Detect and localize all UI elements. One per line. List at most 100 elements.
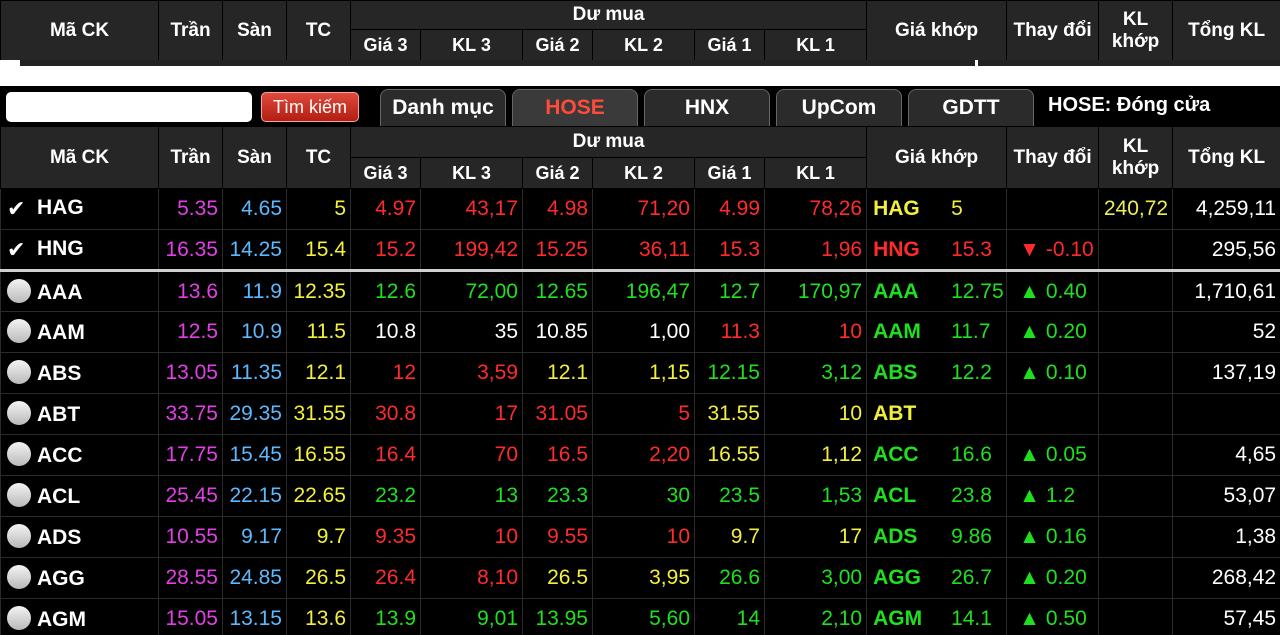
symbol-cell[interactable]: ADS (0, 516, 159, 558)
symbol-cell[interactable]: AAM (0, 311, 159, 353)
col-kl3[interactable]: KL 3 (420, 28, 523, 60)
matched-symbol: AAM (873, 320, 921, 343)
bid-volume-2: 10 (592, 516, 695, 558)
matched-price-cell: AGM 14.1 (866, 598, 1008, 635)
col-gia-khop[interactable]: Giá khớp (866, 0, 1008, 60)
symbol-cell[interactable]: AGG (0, 557, 159, 599)
stock-row[interactable]: AGM 15.05 13.15 13.6 13.9 9,01 13.95 5,60 14 2,10… (0, 598, 1280, 635)
bid-price-3: 30.8 (350, 393, 421, 435)
col-ma-ck[interactable]: Mã CK (0, 0, 159, 60)
watchlist-checkbox[interactable] (7, 565, 31, 589)
stock-row[interactable]: ✔ HNG 16.35 14.25 15.4 15.2 199,42 15.25 36,11 15… (0, 229, 1280, 272)
floor-price: 11.9 (222, 270, 287, 312)
total-volume: 57,45 (1172, 598, 1280, 635)
watchlist-checkbox[interactable] (7, 360, 31, 384)
search-button[interactable]: Tìm kiếm (261, 92, 359, 122)
stock-row[interactable]: ABT 33.75 29.35 31.55 30.8 17 31.05 5 31.55 10 ABT (0, 393, 1280, 435)
col-tong-kl[interactable]: Tổng KL (1172, 126, 1280, 189)
col-tc[interactable]: TC (286, 126, 351, 189)
col-kl1[interactable]: KL 1 (763, 28, 868, 60)
watchlist-checkbox[interactable] (7, 524, 31, 548)
bid-volume-2: 5 (592, 393, 695, 435)
symbol-cell[interactable]: ABS (0, 352, 159, 394)
stock-row[interactable]: ACL 25.45 22.15 22.65 23.2 13 23.3 30 23.5 1,53 AC… (0, 475, 1280, 517)
col-ma-ck[interactable]: Mã CK (0, 126, 159, 189)
col-kl3[interactable]: KL 3 (420, 157, 523, 189)
col-gia3[interactable]: Giá 3 (350, 157, 421, 189)
col-kl2[interactable]: KL 2 (592, 28, 695, 60)
bid-price-1: 16.55 (694, 434, 765, 476)
bid-price-1: 4.99 (694, 188, 765, 230)
watchlist-checkbox[interactable] (7, 278, 31, 303)
tab-hnx[interactable]: HNX (644, 89, 770, 126)
col-kl-khop[interactable]: KL khớp (1098, 0, 1174, 60)
col-thay-doi[interactable]: Thay đổi (1006, 0, 1100, 60)
arrow-up-icon: ▲ (1019, 525, 1040, 548)
change-value: 0.20 (1045, 320, 1087, 343)
matched-price-cell: ACL 23.8 (866, 475, 1008, 517)
ceiling-price: 16.35 (158, 229, 223, 272)
col-tran[interactable]: Trần (158, 0, 223, 60)
stock-row[interactable]: ADS 10.55 9.17 9.7 9.35 10 9.55 10 9.7 17 ADS 9.86 ▲… (0, 516, 1280, 558)
matched-symbol: HAG (873, 197, 920, 220)
col-kl1[interactable]: KL 1 (763, 157, 868, 189)
symbol-cell[interactable]: AGM (0, 598, 159, 635)
bid-volume-3: 13 (420, 475, 523, 517)
matched-price: 14.1 (951, 607, 992, 630)
col-kl2[interactable]: KL 2 (592, 157, 695, 189)
stock-row[interactable]: ABS 13.05 11.35 12.1 12 3,59 12.1 1,15 12.15 3,12… (0, 352, 1280, 394)
col-gia2[interactable]: Giá 2 (522, 28, 593, 60)
symbol-cell[interactable]: ACC (0, 434, 159, 476)
stock-row[interactable]: AAM 12.5 10.9 11.5 10.8 35 10.85 1,00 11.3 10 AAM 1… (0, 311, 1280, 353)
stock-row[interactable]: ✔ HAG 5.35 4.65 5 4.97 43,17 4.98 71,20 4.99 78,26… (0, 188, 1280, 230)
checkmark-icon[interactable]: ✔ (7, 237, 31, 263)
watchlist-checkbox[interactable] (7, 606, 31, 630)
watchlist-checkbox[interactable] (7, 401, 31, 425)
matched-price: 11.7 (951, 320, 991, 343)
watchlist-checkbox[interactable] (7, 442, 31, 466)
bid-price-3: 9.35 (350, 516, 421, 558)
search-input[interactable] (6, 92, 252, 122)
matched-symbol: ABS (873, 361, 918, 384)
col-gia2[interactable]: Giá 2 (522, 157, 593, 189)
symbol-cell[interactable]: ✔ HAG (0, 188, 159, 230)
col-gia-khop[interactable]: Giá khớp (866, 126, 1008, 189)
bid-price-2: 12.65 (522, 270, 593, 312)
symbol-cell[interactable]: ACL (0, 475, 159, 517)
col-gia1[interactable]: Giá 1 (694, 28, 765, 60)
tab-gdtt[interactable]: GDTT (908, 89, 1034, 126)
change-value: 0.20 (1045, 566, 1087, 589)
col-tc[interactable]: TC (286, 0, 351, 60)
symbol-cell[interactable]: ✔ HNG (0, 229, 159, 272)
stock-row[interactable]: ACC 17.75 15.45 16.55 16.4 70 16.5 2,20 16.55 1,1… (0, 434, 1280, 476)
col-gia1[interactable]: Giá 1 (694, 157, 765, 189)
total-volume: 4,259,11 (1172, 188, 1280, 230)
stock-row[interactable]: AGG 28.55 24.85 26.5 26.4 8,10 26.5 3,95 26.6 3,0… (0, 557, 1280, 599)
tab-hose[interactable]: HOSE (512, 89, 638, 126)
tab-danh-muc[interactable]: Danh mục (380, 89, 506, 126)
bid-price-1: 14 (694, 598, 765, 635)
watchlist-checkbox[interactable] (7, 319, 31, 343)
checkmark-icon[interactable]: ✔ (7, 196, 31, 222)
col-kl-khop[interactable]: KL khớp (1098, 126, 1174, 189)
bid-price-2: 9.55 (522, 516, 593, 558)
change-cell: ▼ -0.10 (1006, 229, 1100, 272)
col-gia3[interactable]: Giá 3 (350, 28, 421, 60)
tab-upcom[interactable]: UpCom (776, 89, 902, 126)
col-tran[interactable]: Trần (158, 126, 223, 189)
bid-volume-1: 1,53 (763, 475, 868, 517)
bid-price-1: 26.6 (694, 557, 765, 599)
bid-price-2: 12.1 (522, 352, 593, 394)
col-tong-kl[interactable]: Tổng KL (1172, 0, 1280, 60)
symbol-cell[interactable]: ABT (0, 393, 159, 435)
bid-volume-2: 1,00 (592, 311, 695, 353)
symbol-cell[interactable]: AAA (0, 270, 159, 312)
col-san[interactable]: Sàn (222, 126, 287, 189)
stock-row[interactable]: AAA 13.6 11.9 12.35 12.6 72,00 12.65 196,47 12.7… (0, 270, 1280, 312)
matched-symbol: ADS (873, 525, 918, 548)
total-volume: 53,07 (1172, 475, 1280, 517)
watchlist-checkbox[interactable] (7, 483, 31, 507)
bid-price-3: 13.9 (350, 598, 421, 635)
col-san[interactable]: Sàn (222, 0, 287, 60)
col-thay-doi[interactable]: Thay đổi (1006, 126, 1100, 189)
